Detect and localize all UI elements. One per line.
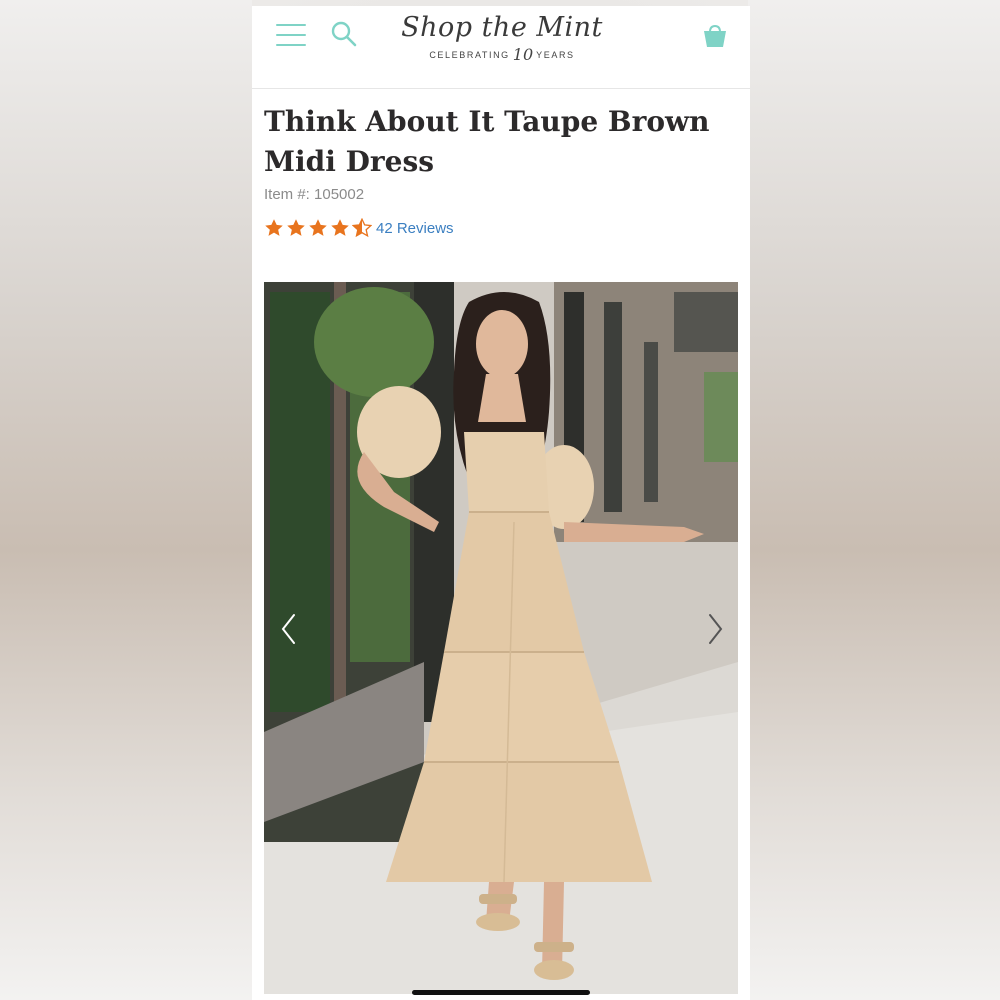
logo-tagline: CELEBRATING 10 YEARS — [392, 45, 612, 64]
search-icon[interactable] — [330, 20, 358, 48]
item-number: Item #: 105002 — [264, 186, 365, 203]
star-full-icon — [287, 219, 305, 236]
star-full-icon — [331, 219, 349, 236]
product-photo-illustration — [264, 282, 738, 994]
logo-tagline-left: CELEBRATING — [429, 50, 510, 60]
home-indicator[interactable] — [412, 990, 590, 995]
chevron-left-icon[interactable] — [278, 612, 300, 646]
star-full-icon — [265, 219, 283, 236]
site-header: Shop the Mint CELEBRATING 10 YEARS — [252, 6, 750, 89]
shopping-bag-icon[interactable] — [702, 23, 728, 49]
star-full-icon — [309, 219, 327, 236]
hamburger-menu-icon[interactable] — [276, 24, 306, 48]
logo-script-text: Shop the Mint — [401, 12, 603, 43]
logo-tagline-right: YEARS — [536, 50, 575, 60]
chevron-right-icon[interactable] — [704, 612, 726, 646]
star-half-icon — [352, 218, 372, 238]
background-blur-left — [0, 0, 252, 1000]
product-image[interactable] — [264, 282, 738, 994]
reviews-link[interactable]: 42 Reviews — [376, 220, 454, 237]
background-blur-right — [748, 0, 1000, 1000]
star-rating[interactable]: 42 Reviews — [264, 216, 454, 240]
phone-screen: Shop the Mint CELEBRATING 10 YEARS Think A… — [252, 6, 750, 1000]
product-title: Think About It Taupe Brown Midi Dress — [264, 105, 710, 178]
logo-tagline-number: 10 — [512, 45, 534, 64]
site-logo[interactable]: Shop the Mint CELEBRATING 10 YEARS — [392, 10, 612, 70]
